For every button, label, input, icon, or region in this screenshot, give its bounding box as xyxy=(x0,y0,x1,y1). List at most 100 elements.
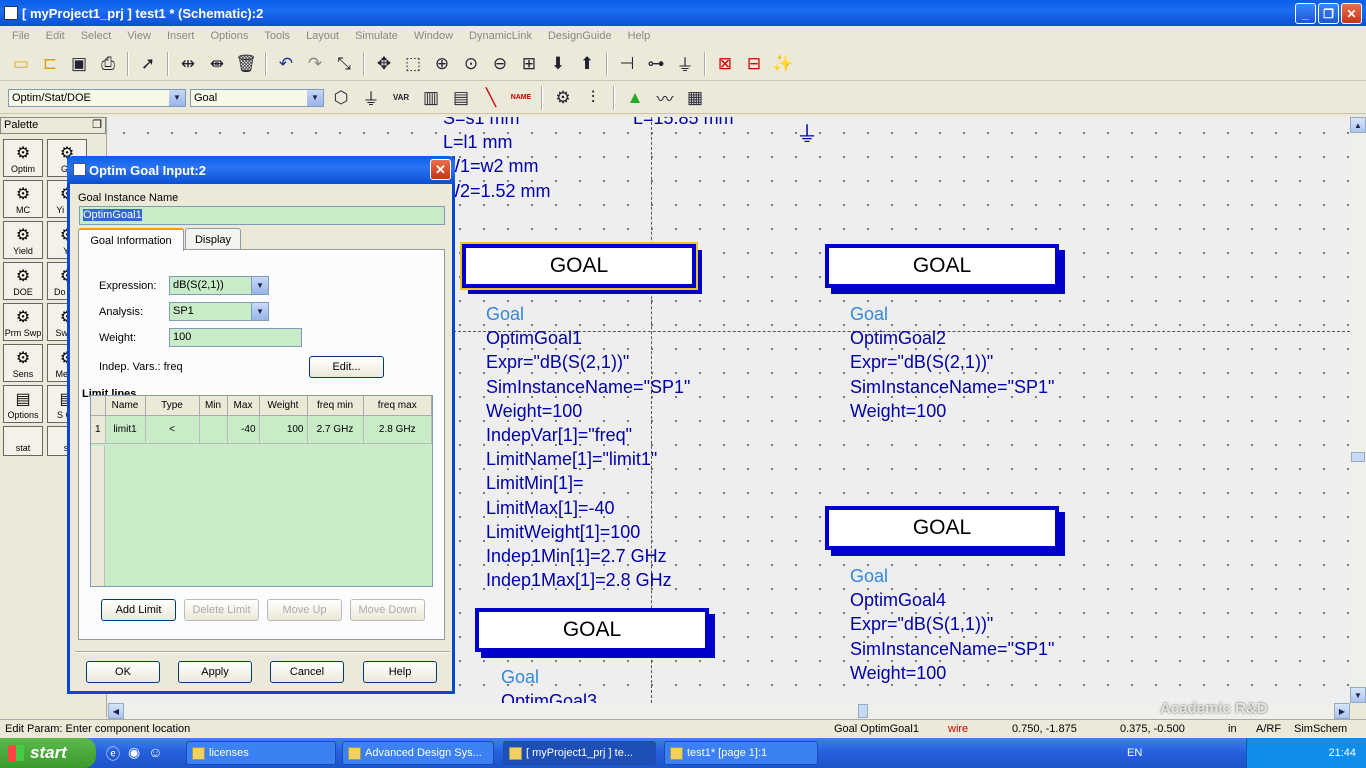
menu-view[interactable]: View xyxy=(119,30,159,42)
component-library-icon[interactable]: ▥ xyxy=(418,85,444,111)
apply-button[interactable]: Apply xyxy=(178,661,252,683)
move-down-button[interactable]: Move Down xyxy=(350,599,425,621)
dialog-titlebar[interactable]: Optim Goal Input:2 ✕ xyxy=(67,156,455,184)
cell-weight[interactable]: 100 xyxy=(259,415,308,444)
insert-wire-icon[interactable]: ╲ xyxy=(478,85,504,111)
palette-doe[interactable]: ⚙ DOE xyxy=(3,262,43,300)
menu-layout[interactable]: Layout xyxy=(298,30,347,42)
cell-max[interactable]: -40 xyxy=(227,415,260,444)
var-icon[interactable]: VAR xyxy=(388,85,414,111)
ie-icon[interactable]: ⓔ xyxy=(106,744,120,764)
pin-icon[interactable]: ⊶ xyxy=(643,51,669,77)
redo-icon[interactable]: ↷ xyxy=(302,51,328,77)
goal-component-4[interactable]: GOAL xyxy=(825,506,1059,550)
trash-icon[interactable]: 🗑 xyxy=(233,51,259,77)
delete-limit-button[interactable]: Delete Limit xyxy=(184,599,259,621)
menu-tools[interactable]: Tools xyxy=(256,30,298,42)
push-down-icon[interactable]: ⬇ xyxy=(545,51,571,77)
scroll-left-icon[interactable]: ◀ xyxy=(108,703,124,719)
tune-icon[interactable]: ⫶ xyxy=(580,85,606,111)
palette-yield[interactable]: ⚙ Yield xyxy=(3,221,43,259)
goal-component-3[interactable]: GOAL xyxy=(475,608,709,652)
palette-prmswp[interactable]: ⚙ Prm Swp xyxy=(3,303,43,341)
analysis-combo[interactable]: SP1 ▼ xyxy=(169,302,269,321)
deactivate-icon[interactable]: ⊠ xyxy=(712,51,738,77)
print-icon[interactable]: ⎙ xyxy=(95,51,121,77)
menu-file[interactable]: File xyxy=(4,30,38,42)
optimize-icon[interactable]: ▲ xyxy=(622,85,648,111)
cell-type[interactable]: < xyxy=(145,415,200,444)
minimize-button[interactable]: _ xyxy=(1295,3,1316,24)
col-min[interactable]: Min xyxy=(199,396,228,416)
col-weight[interactable]: Weight xyxy=(259,396,308,416)
close-button[interactable]: ✕ xyxy=(1341,3,1362,24)
goal-component-2[interactable]: GOAL xyxy=(825,244,1059,288)
tab-display[interactable]: Display xyxy=(185,228,241,250)
add-limit-button[interactable]: Add Limit xyxy=(101,599,176,621)
cancel-button[interactable]: Cancel xyxy=(270,661,344,683)
task-schematic[interactable]: [ myProject1_prj ] te... xyxy=(503,741,656,765)
new-folder-icon[interactable]: ▭ xyxy=(8,51,34,77)
menu-insert[interactable]: Insert xyxy=(159,30,203,42)
edit-button[interactable]: Edit... xyxy=(309,356,384,378)
move-up-button[interactable]: Move Up xyxy=(267,599,342,621)
zoom-out-icon[interactable]: ⊖ xyxy=(487,51,513,77)
scroll-up-icon[interactable]: ▲ xyxy=(1350,117,1366,133)
menu-options[interactable]: Options xyxy=(202,30,256,42)
cell-min[interactable] xyxy=(199,415,228,444)
instance-name-input[interactable]: OptimGoal1 xyxy=(79,206,445,225)
results-icon[interactable]: ▦ xyxy=(682,85,708,111)
menu-edit[interactable]: Edit xyxy=(38,30,73,42)
window-titlebar[interactable]: [ myProject1_prj ] test1 * (Schematic):2… xyxy=(0,0,1366,26)
tab-goal-information[interactable]: Goal Information xyxy=(78,228,184,251)
undo-icon[interactable]: ↶ xyxy=(273,51,299,77)
menu-select[interactable]: Select xyxy=(73,30,120,42)
start-button[interactable]: start xyxy=(0,738,96,768)
weight-input[interactable]: 100 xyxy=(169,328,302,347)
palette-sens[interactable]: ⚙ Sens xyxy=(3,344,43,382)
open-folder-icon[interactable]: ⊏ xyxy=(37,51,63,77)
menu-designguide[interactable]: DesignGuide xyxy=(540,30,620,42)
palette-float-icon[interactable]: ❐ xyxy=(92,118,102,133)
data-display-icon[interactable]: 〰 xyxy=(652,85,678,111)
col-type[interactable]: Type xyxy=(145,396,200,416)
limit-lines-grid[interactable]: Name Type Min Max Weight freq min freq m… xyxy=(90,395,433,587)
palette-mc[interactable]: ⚙ MC xyxy=(3,180,43,218)
col-freq-min[interactable]: freq min xyxy=(307,396,364,416)
col-name[interactable]: Name xyxy=(105,396,146,416)
align-icon[interactable]: ⇹ xyxy=(175,51,201,77)
zoom-point-icon[interactable]: ⊙ xyxy=(458,51,484,77)
vertical-scroll-thumb[interactable] xyxy=(1351,452,1365,462)
palette-optim[interactable]: ⚙ Optim xyxy=(3,139,43,177)
library-combo[interactable]: Optim/Stat/DOE ▼ xyxy=(8,88,186,107)
port-icon[interactable]: ⬡ xyxy=(328,85,354,111)
wand-icon[interactable]: ✨ xyxy=(770,51,796,77)
ground-icon[interactable]: ⏚ xyxy=(358,85,384,111)
help-button[interactable]: Help xyxy=(363,661,437,683)
palette-options[interactable]: ▤ Options xyxy=(3,385,43,423)
ground-align-icon[interactable]: ⏚ xyxy=(672,51,698,77)
select-arrow-icon[interactable]: ➚ xyxy=(135,51,161,77)
short-icon[interactable]: ⊟ xyxy=(741,51,767,77)
messenger-icon[interactable]: ☺ xyxy=(148,744,162,764)
palette-stat[interactable]: stat xyxy=(3,426,43,456)
scroll-right-icon[interactable]: ▶ xyxy=(1334,703,1350,719)
ok-button[interactable]: OK xyxy=(86,661,160,683)
task-ads[interactable]: Advanced Design Sys... xyxy=(342,741,494,765)
horizontal-scroll-thumb[interactable] xyxy=(858,704,868,718)
menu-dynamiclink[interactable]: DynamicLink xyxy=(461,30,540,42)
scroll-down-icon[interactable]: ▼ xyxy=(1350,687,1366,703)
menu-simulate[interactable]: Simulate xyxy=(347,30,406,42)
simulate-gear-icon[interactable]: ⚙ xyxy=(550,85,576,111)
cell-freq-max[interactable]: 2.8 GHz xyxy=(363,415,432,444)
zoom-in-icon[interactable]: ⊕ xyxy=(429,51,455,77)
move-icon[interactable]: ✥ xyxy=(371,51,397,77)
distribute-icon[interactable]: ⇼ xyxy=(204,51,230,77)
fit-view-icon[interactable]: ⊞ xyxy=(516,51,542,77)
name-icon[interactable]: NAME xyxy=(508,85,534,111)
media-icon[interactable]: ◉ xyxy=(128,744,140,764)
expression-combo[interactable]: dB(S(2,1)) ▼ xyxy=(169,276,269,295)
maximize-button[interactable]: ❐ xyxy=(1318,3,1339,24)
pop-up-icon[interactable]: ⬆ xyxy=(574,51,600,77)
vertical-scrollbar[interactable]: ▲ ▼ xyxy=(1350,117,1366,703)
